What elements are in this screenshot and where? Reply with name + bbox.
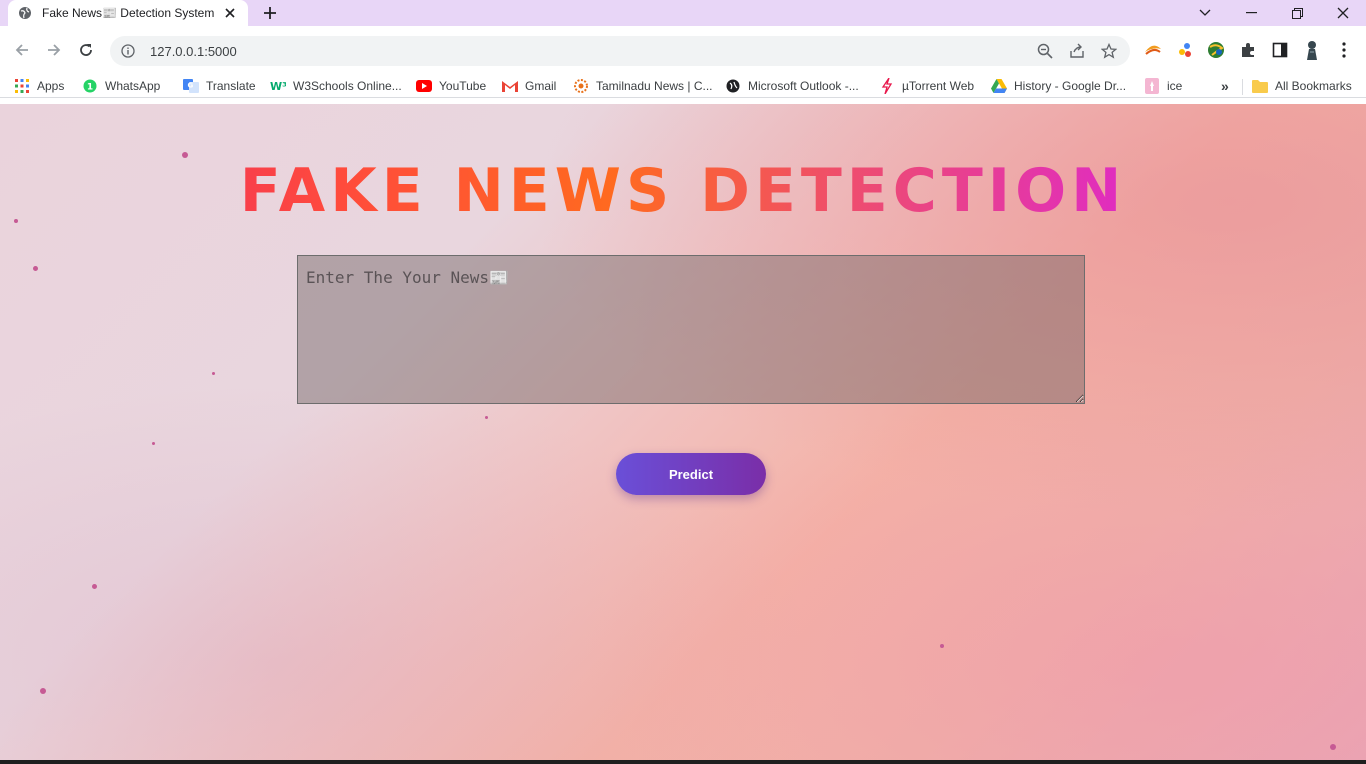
url-text[interactable]: 127.0.0.1:5000 [150,44,1034,59]
address-bar[interactable]: 127.0.0.1:5000 [110,36,1130,66]
utorrent-icon [879,78,895,94]
background-speck [152,442,155,445]
restore-icon [1291,7,1303,19]
browser-tab-strip: Fake News📰 Detection System [0,0,1366,26]
bookmark-google-drive[interactable]: History - Google Dr... [991,78,1126,94]
bookmark-label: History - Google Dr... [1014,79,1127,93]
bookmarks-divider [1242,79,1243,95]
all-bookmarks-button[interactable]: All Bookmarks [1252,78,1352,94]
globe-icon [18,6,32,20]
bookmark-tamilnadu-news[interactable]: Tamilnadu News | C... [573,78,713,94]
more-menu-icon[interactable] [1334,40,1354,60]
restore-button[interactable] [1274,0,1320,26]
arrow-left-icon [15,44,28,56]
bookmark-youtube[interactable]: YouTube [416,78,486,94]
news-input[interactable] [297,255,1085,404]
star-bookmark-icon[interactable] [1098,40,1120,62]
bookmark-label: YouTube [439,79,487,93]
side-panel-icon[interactable] [1270,40,1290,60]
background-speck [1330,744,1336,750]
reload-icon [80,44,92,56]
site-info-icon[interactable] [120,43,136,59]
close-tab-icon[interactable] [222,5,238,21]
extension-orange-icon[interactable] [1143,40,1163,60]
svg-text:G: G [188,82,194,90]
bookmark-label: WhatsApp [105,79,161,93]
reload-button[interactable] [74,38,98,62]
w3schools-icon: W³ [270,78,286,94]
google-translate-icon: G [183,78,199,94]
chevron-down-icon [1199,9,1211,16]
bookmarks-overflow-button[interactable]: » [1221,78,1229,94]
page-title: FAKE NEWS DETECTION [0,156,1366,226]
bookmark-label: Tamilnadu News | C... [596,79,713,93]
apps-grid-icon [14,78,30,94]
minimize-icon [1245,12,1257,14]
puzzle-extensions-icon[interactable] [1238,40,1258,60]
gmail-icon [502,78,518,94]
minimize-button[interactable] [1228,0,1274,26]
forward-button[interactable] [42,38,66,62]
browser-toolbar: 127.0.0.1:5000 [0,26,1366,74]
arrow-right-icon [48,44,61,56]
news-site-icon [573,78,589,94]
bookmarks-bar: Apps 1 WhatsApp G Translate W³ W3Schools… [0,74,1366,98]
background-speck [212,372,215,375]
youtube-icon [416,78,432,94]
background-speck [485,416,488,419]
svg-text:1: 1 [87,83,93,93]
background-speck [92,584,97,589]
bookmark-gmail[interactable]: Gmail [502,78,556,94]
background-speck [40,688,46,694]
back-button[interactable] [10,38,34,62]
bookmark-label: Gmail [525,79,557,93]
plus-icon [264,7,276,19]
profile-avatar[interactable] [1302,40,1322,60]
bookmark-label: W3Schools Online... [293,79,402,93]
bookmark-ice[interactable]: ice [1144,78,1182,94]
outlook-icon [725,78,741,94]
extension-dots-icon[interactable] [1175,40,1195,60]
bookmark-w3schools[interactable]: W³ W3Schools Online... [270,78,402,94]
ice-icon [1144,78,1160,94]
bookmark-label: µTorrent Web [902,79,975,93]
extension-globe-icon[interactable] [1206,40,1226,60]
bookmark-label: All Bookmarks [1275,79,1352,93]
bookmark-apps[interactable]: Apps [14,78,64,94]
browser-tab[interactable]: Fake News📰 Detection System [8,0,248,26]
background-speck [33,266,38,271]
bookmark-translate[interactable]: G Translate [183,78,256,94]
tab-search-button[interactable] [1182,0,1228,26]
bookmark-label: Translate [206,79,256,93]
new-tab-button[interactable] [260,3,280,23]
tab-title: Fake News📰 Detection System [42,6,215,20]
window-bottom-edge [0,760,1366,764]
background-speck [940,644,944,648]
svg-text:W³: W³ [270,80,286,93]
share-icon[interactable] [1066,40,1088,62]
zoom-icon[interactable] [1034,40,1056,62]
page-content: FAKE NEWS DETECTION Predict [0,104,1366,760]
bookmark-outlook[interactable]: Microsoft Outlook -... [725,78,859,94]
close-window-button[interactable] [1320,0,1366,26]
bookmark-label: Apps [37,79,65,93]
bookmark-label: Microsoft Outlook -... [748,79,859,93]
bookmark-utorrent[interactable]: µTorrent Web [879,78,974,94]
predict-button[interactable]: Predict [616,453,766,495]
google-drive-icon [991,78,1007,94]
folder-icon [1252,78,1268,94]
bookmark-whatsapp[interactable]: 1 WhatsApp [82,78,160,94]
whatsapp-icon: 1 [82,78,98,94]
close-icon [1337,7,1349,19]
bookmark-label: ice [1167,79,1183,93]
